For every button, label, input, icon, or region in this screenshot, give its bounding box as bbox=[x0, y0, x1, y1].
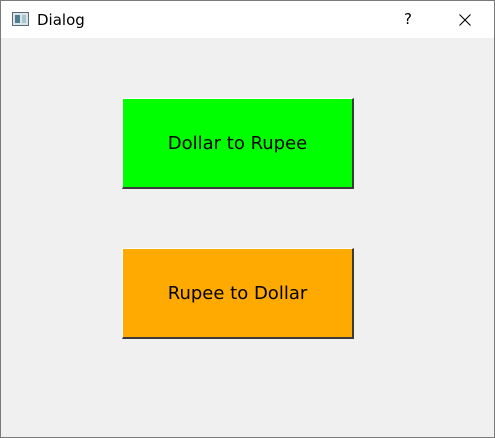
close-button[interactable] bbox=[441, 1, 489, 38]
help-button[interactable]: ? bbox=[388, 1, 428, 38]
title-bar[interactable]: Dialog ? bbox=[1, 1, 494, 38]
close-icon bbox=[459, 14, 471, 26]
rupee-to-dollar-button[interactable]: Rupee to Dollar bbox=[122, 248, 354, 339]
dialog-window: Dialog ? Dollar to Rupee Rupee to Dollar bbox=[0, 0, 495, 438]
window-title: Dialog bbox=[37, 11, 85, 29]
dollar-to-rupee-button[interactable]: Dollar to Rupee bbox=[122, 98, 354, 189]
app-window-icon bbox=[12, 12, 29, 26]
